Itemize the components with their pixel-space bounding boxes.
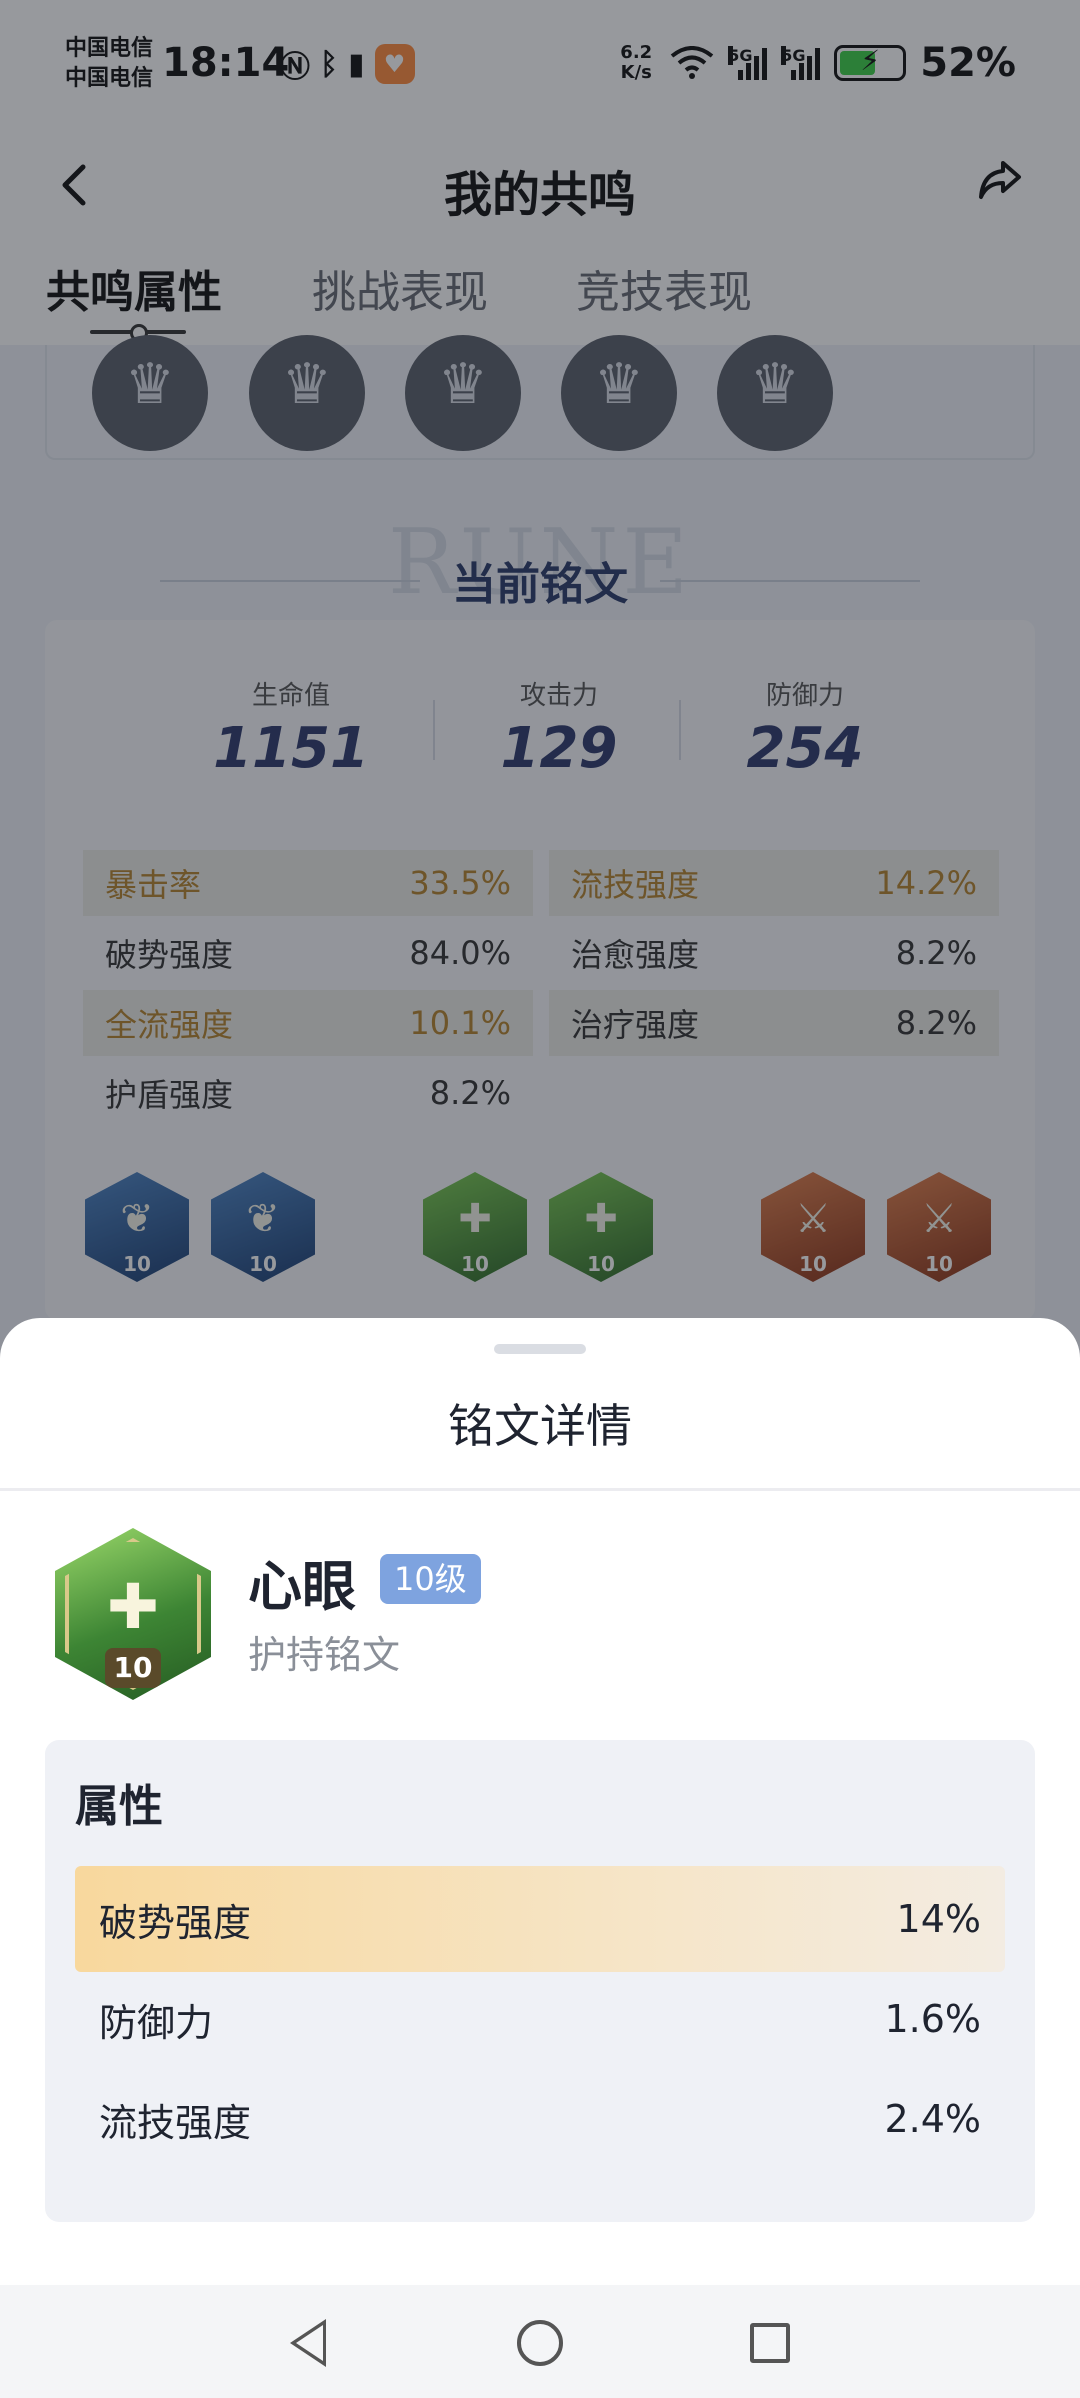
gift-box-icon: ✚ [107, 1570, 159, 1643]
rune-name: 心眼 [248, 1555, 356, 1618]
property-value: 1.6% [884, 1997, 981, 2041]
properties-panel: 属性 破势强度 14% 防御力 1.6% 流技强度 2.4% [45, 1740, 1035, 2222]
sheet-title: 铭文详情 [448, 1399, 632, 1453]
back-triangle-icon[interactable] [280, 2313, 340, 2373]
property-row: 流技强度 2.4% [75, 2066, 1005, 2172]
rune-detail-sheet: 铭文详情 ✚ 10 心眼 10级 护持铭文 属性 破势强度 14% 防御力 1.… [0, 1318, 1080, 2398]
level-badge: 10级 [380, 1554, 481, 1604]
property-name: 流技强度 [99, 2100, 252, 2145]
recents-square-icon[interactable] [740, 2313, 800, 2373]
property-value: 14% [896, 1897, 981, 1941]
property-row: 破势强度 14% [75, 1866, 1005, 1972]
divider [0, 1488, 1080, 1491]
rune-icon-level: 10 [105, 1648, 161, 1688]
property-name: 破势强度 [99, 1900, 252, 1945]
home-circle-icon[interactable] [510, 2313, 570, 2373]
system-nav-bar [0, 2285, 1080, 2398]
sheet-drag-handle[interactable] [494, 1344, 586, 1354]
property-name: 防御力 [99, 2000, 214, 2045]
rune-type: 护持铭文 [248, 1633, 401, 1677]
properties-title: 属性 [75, 1781, 163, 1832]
rune-detail-icon: ✚ 10 [55, 1528, 211, 1700]
property-value: 2.4% [884, 2097, 981, 2141]
property-row: 防御力 1.6% [75, 1966, 1005, 2072]
